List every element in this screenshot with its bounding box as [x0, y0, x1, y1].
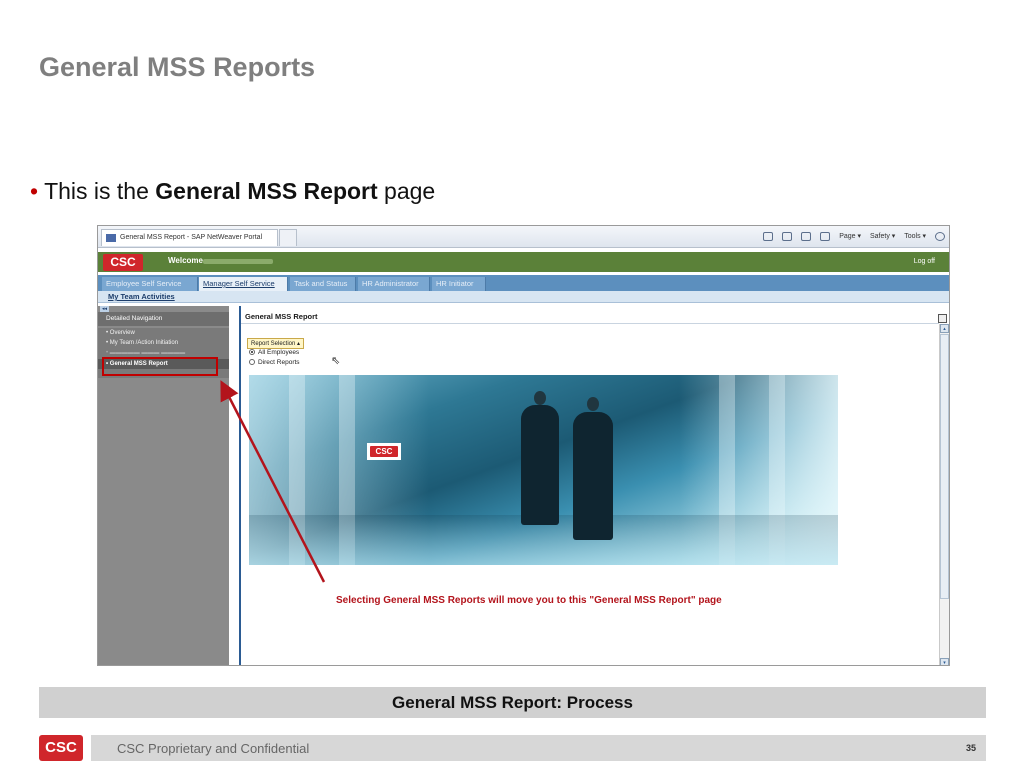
footer-bar: CSC Proprietary and Confidential 35 [91, 735, 986, 761]
bullet-prefix: This is the [44, 178, 156, 204]
process-caption: General MSS Report: Process [39, 687, 986, 718]
footer-csc-logo: CSC [39, 735, 83, 761]
bullet-bold: General MSS Report [155, 178, 378, 204]
callout-arrow-icon [220, 380, 326, 583]
portal-screenshot: General MSS Report - SAP NetWeaver Porta… [97, 225, 950, 666]
bullet-dot: • [30, 178, 39, 204]
footer: CSC CSC Proprietary and Confidential 35 [39, 735, 986, 761]
page-number: 35 [965, 743, 976, 753]
footer-confidential-text: CSC Proprietary and Confidential [117, 741, 310, 756]
slide-title: General MSS Reports [39, 52, 316, 82]
bullet-suffix: page [377, 178, 436, 204]
bullet-text: • This is the General MSS Report page [30, 178, 435, 205]
